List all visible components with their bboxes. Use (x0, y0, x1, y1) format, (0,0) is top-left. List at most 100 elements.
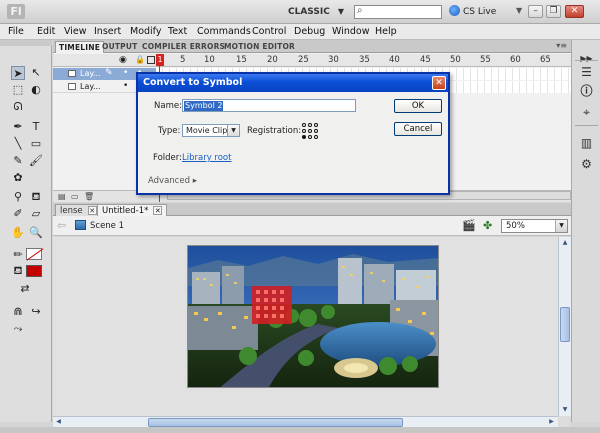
cancel-button[interactable]: Cancel (394, 122, 442, 136)
snap-to-objects-icon[interactable]: ⋒ (11, 305, 25, 319)
dialog-close-button[interactable]: ✕ (432, 76, 446, 90)
transform-icon[interactable]: ⌖ (578, 104, 595, 121)
rectangle-tool-icon[interactable]: ▭ (29, 137, 43, 151)
close-icon[interactable]: ✕ (87, 206, 97, 215)
ok-button[interactable]: OK (394, 99, 442, 113)
registration-point[interactable] (308, 123, 312, 127)
maximize-button[interactable]: ❐ (546, 5, 561, 18)
lasso-tool-icon[interactable]: ᘏ (11, 100, 25, 114)
scroll-thumb[interactable] (560, 307, 570, 342)
scroll-thumb[interactable] (148, 418, 403, 427)
edit-symbols-icon[interactable]: ✤ (483, 219, 492, 232)
registration-point[interactable] (308, 129, 312, 133)
eraser-tool-icon[interactable]: ▱ (29, 207, 43, 221)
3d-rotation-tool-icon[interactable]: ◐ (29, 83, 43, 97)
library-root-link[interactable]: Library root (182, 153, 231, 163)
new-folder-icon[interactable]: ▭ (71, 192, 79, 201)
advanced-toggle[interactable]: Advanced ▸ (148, 176, 197, 186)
panel-options-icon[interactable]: ▾≡ (556, 41, 567, 50)
registration-point[interactable] (314, 123, 318, 127)
back-arrow-icon[interactable]: ⇦ (57, 219, 66, 232)
brush-tool-icon[interactable]: 🖌 (29, 154, 43, 168)
tab-compiler-errors[interactable]: COMPILER ERRORS (139, 41, 228, 53)
panel-grip[interactable] (0, 40, 52, 46)
hand-tool-icon[interactable]: ✋ (11, 226, 25, 240)
bone-tool-icon[interactable]: ⚲ (11, 190, 25, 204)
subselection-tool-icon[interactable]: ↖ (29, 66, 43, 80)
eyedropper-tool-icon[interactable]: ✐ (11, 207, 25, 221)
registration-point-selected[interactable] (302, 135, 306, 139)
scroll-up-icon[interactable]: ▲ (559, 237, 571, 248)
new-layer-icon[interactable]: ▤ (58, 192, 66, 201)
search-box[interactable]: ⌕ (354, 5, 442, 19)
scroll-right-icon[interactable]: ▶ (546, 417, 557, 427)
menu-view[interactable]: View (64, 26, 87, 37)
smooth-icon[interactable]: ↪ (29, 305, 43, 319)
menu-text[interactable]: Text (168, 26, 187, 37)
symbol-type-select[interactable]: Movie Clip ▼ (182, 124, 240, 137)
menu-control[interactable]: Control (252, 26, 286, 37)
deco-tool-icon[interactable]: ✿ (11, 171, 25, 185)
registration-point[interactable] (314, 129, 318, 133)
scroll-left-icon[interactable]: ◀ (53, 417, 64, 427)
motion-presets-icon[interactable]: ⚙ (578, 156, 595, 173)
eye-icon[interactable]: ◉ (119, 55, 127, 65)
lock-icon[interactable]: 🔒 (135, 55, 145, 64)
visibility-dot-icon[interactable]: • (123, 68, 128, 78)
menu-edit[interactable]: Edit (37, 26, 55, 37)
registration-point[interactable] (302, 129, 306, 133)
text-tool-icon[interactable]: T (29, 120, 43, 134)
registration-point[interactable] (302, 123, 306, 127)
menu-help[interactable]: Help (375, 26, 397, 37)
menu-debug[interactable]: Debug (294, 26, 325, 37)
registration-grid[interactable] (302, 123, 320, 139)
edit-scene-icon[interactable]: 🎬 (462, 219, 476, 232)
workspace-switcher[interactable]: CLASSIC ▼ (282, 4, 348, 20)
symbol-name-field[interactable]: Symbol 2 (182, 99, 356, 112)
minimize-button[interactable]: – (528, 5, 543, 18)
zoom-select[interactable]: 50% ▼ (501, 219, 568, 233)
menu-commands[interactable]: Commands (197, 26, 251, 37)
panel-menu-icon[interactable]: ▼ (516, 6, 522, 15)
scroll-down-icon[interactable]: ▼ (559, 404, 571, 415)
fill-color-swatch[interactable] (26, 265, 42, 277)
menu-window[interactable]: Window (332, 26, 369, 37)
trash-icon[interactable]: 🗑 (84, 192, 94, 201)
pencil-tool-icon[interactable]: ✎ (11, 154, 25, 168)
line-tool-icon[interactable]: ╲ (11, 137, 25, 151)
vertical-scrollbar[interactable]: ▲ ▼ (558, 237, 571, 416)
stage-area[interactable] (53, 237, 558, 416)
properties-icon[interactable]: ☰ (578, 64, 595, 81)
horizontal-scrollbar[interactable]: ◀ ▶ (53, 416, 558, 427)
outline-icon[interactable] (147, 56, 155, 64)
playhead-marker[interactable]: 1 (156, 54, 164, 66)
info-icon[interactable]: ⓘ (578, 83, 595, 100)
tab-motion-editor[interactable]: MOTION EDITOR (221, 41, 298, 53)
registration-point[interactable] (314, 135, 318, 139)
scene-breadcrumb[interactable]: Scene 1 (90, 221, 124, 231)
menu-file[interactable]: File (8, 26, 24, 37)
free-transform-tool-icon[interactable]: ⬚ (11, 83, 25, 97)
dialog-title[interactable]: Convert to Symbol (138, 74, 448, 92)
library-icon[interactable]: ▥ (578, 135, 595, 152)
document-tab[interactable]: lense ✕ (55, 204, 102, 216)
tab-timeline[interactable]: TIMELINE (55, 41, 105, 53)
document-tab[interactable]: Untitled-1* ✕ (97, 204, 168, 216)
visibility-dot-icon[interactable]: • (123, 81, 128, 91)
menu-insert[interactable]: Insert (94, 26, 121, 37)
search-input[interactable] (368, 6, 440, 18)
swap-colors-icon[interactable]: ⇄ (18, 282, 32, 296)
cs-live-button[interactable]: CS Live (449, 5, 509, 19)
pen-tool-icon[interactable]: ✒ (11, 120, 25, 134)
stage-image[interactable] (187, 245, 439, 388)
menu-modify[interactable]: Modify (130, 26, 161, 37)
tab-output[interactable]: OUTPUT (99, 41, 141, 53)
paint-bucket-tool-icon[interactable]: ⛾ (29, 190, 43, 204)
close-icon[interactable]: ✕ (153, 206, 163, 215)
close-button[interactable]: ✕ (565, 5, 584, 18)
selection-tool-icon[interactable]: ➤ (11, 66, 25, 80)
straighten-icon[interactable]: ⤳ (11, 322, 25, 336)
stroke-color-swatch[interactable] (26, 248, 42, 260)
zoom-tool-icon[interactable]: 🔍 (29, 226, 43, 240)
registration-point[interactable] (308, 135, 312, 139)
